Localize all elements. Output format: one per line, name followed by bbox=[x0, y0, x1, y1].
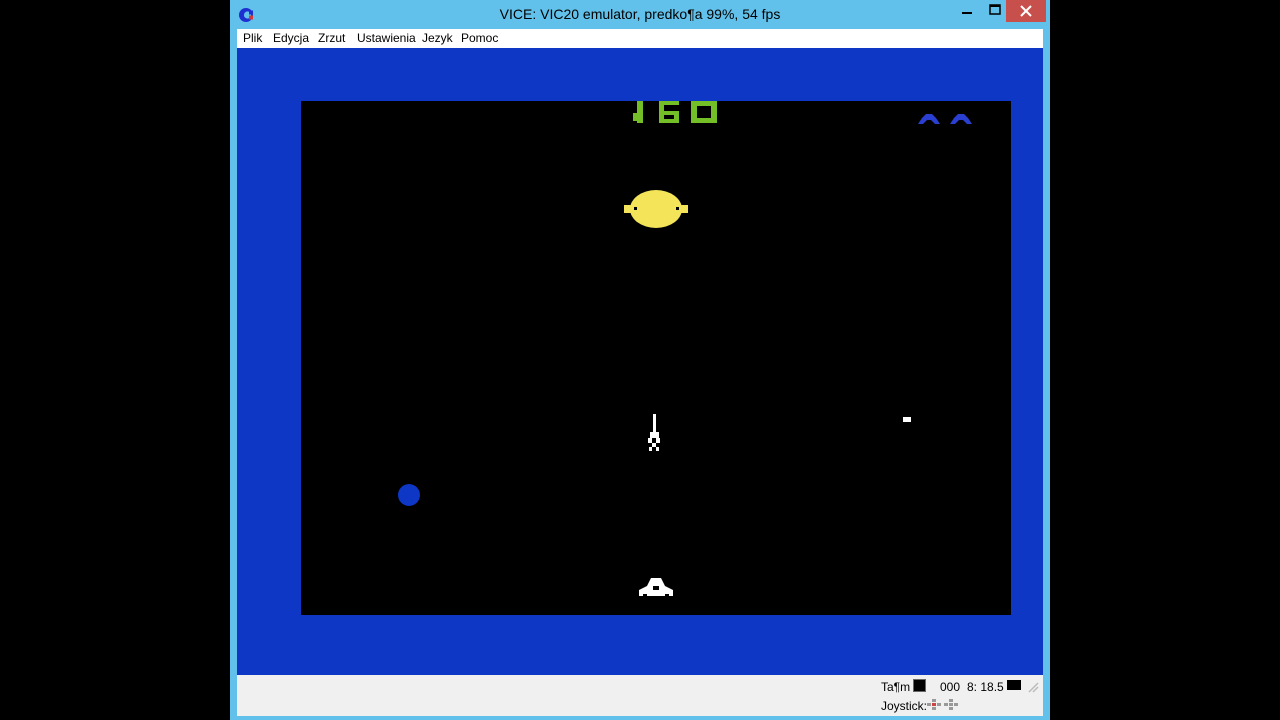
menu-plik[interactable]: Plik bbox=[243, 31, 262, 45]
window-title: VICE: VIC20 emulator, predko¶a 99%, 54 f… bbox=[499, 6, 781, 22]
minimize-button[interactable] bbox=[953, 0, 981, 22]
close-button[interactable] bbox=[1006, 0, 1046, 22]
missile-sprite bbox=[648, 414, 660, 451]
menu-edycja[interactable]: Edycja bbox=[273, 31, 309, 45]
drive-led bbox=[1007, 680, 1021, 690]
tape-control-button[interactable] bbox=[913, 679, 926, 692]
life-icon bbox=[918, 114, 940, 124]
title-bar[interactable]: VICE: VIC20 emulator, predko¶a 99%, 54 f… bbox=[230, 0, 1050, 29]
joystick-port-2-icon bbox=[944, 699, 958, 710]
tape-counter: 000 bbox=[940, 680, 961, 694]
menu-zrzut[interactable]: Zrzut bbox=[318, 31, 345, 45]
game-screen bbox=[301, 101, 1011, 615]
emulator-display[interactable] bbox=[237, 48, 1043, 675]
life-icon bbox=[950, 114, 972, 124]
joystick-port-1-icon bbox=[927, 699, 941, 710]
maximize-icon bbox=[989, 4, 1001, 15]
status-bar: Ta¶m 000 8: 18.5 Joystick: bbox=[237, 675, 1043, 716]
tape-label: Ta¶m bbox=[881, 680, 911, 694]
close-icon bbox=[1020, 5, 1032, 17]
score-display bbox=[633, 101, 717, 123]
menu-ustawienia[interactable]: Ustawienia bbox=[357, 31, 416, 45]
menu-bar: Plik Edycja Zrzut Ustawienia Jezyk Pomoc bbox=[237, 29, 1043, 48]
menu-pomoc[interactable]: Pomoc bbox=[461, 31, 498, 45]
blue-orb-sprite bbox=[398, 484, 420, 506]
maximize-button[interactable] bbox=[981, 0, 1009, 22]
sun-sprite bbox=[624, 190, 688, 228]
enemy-bullet bbox=[903, 417, 911, 422]
minimize-icon bbox=[962, 12, 972, 14]
emulator-window: VICE: VIC20 emulator, predko¶a 99%, 54 f… bbox=[230, 0, 1050, 720]
menu-jezyk[interactable]: Jezyk bbox=[422, 31, 453, 45]
joystick-label: Joystick: bbox=[881, 699, 928, 713]
player-ship-sprite bbox=[639, 578, 673, 596]
resize-grip-icon[interactable] bbox=[1027, 681, 1039, 693]
drive-track: 8: 18.5 bbox=[967, 680, 1004, 694]
